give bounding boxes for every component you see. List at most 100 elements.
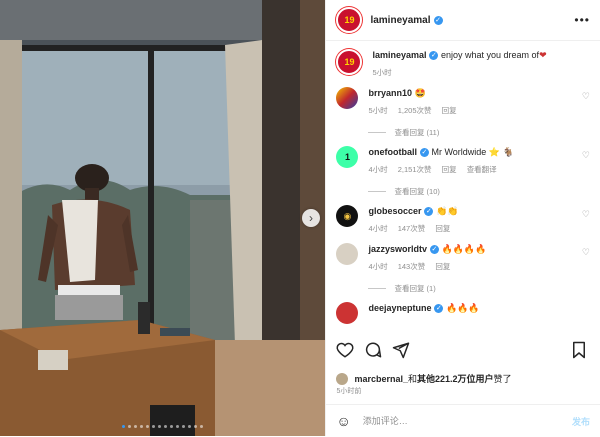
comment-username[interactable]: brryann10	[368, 88, 412, 98]
comment-icon	[366, 342, 382, 358]
comment-likes[interactable]: 147次赞	[398, 224, 426, 233]
caption-username[interactable]: lamineyamal	[372, 50, 426, 60]
post-photo: ›	[0, 0, 326, 436]
carousel-dot	[128, 425, 132, 428]
carousel-dot	[182, 425, 186, 428]
view-replies-button[interactable]: 查看回复 (11)	[368, 127, 590, 138]
heart-icon[interactable]: ♡	[582, 209, 590, 220]
carousel-dot	[170, 425, 174, 428]
save-button[interactable]	[570, 341, 590, 361]
emoji-icon[interactable]: ☺	[336, 413, 350, 429]
caption-time: 5小时	[372, 68, 392, 77]
comment-likes[interactable]: 1,205次赞	[398, 106, 432, 115]
verified-icon: ✓	[424, 207, 434, 217]
comment-text: 🔥🔥🔥	[446, 303, 480, 313]
caption: 19 lamineyamal ✓ enjoy what you dream of❤…	[336, 49, 590, 79]
avatar[interactable]: ◉	[336, 205, 359, 227]
carousel-dot	[200, 425, 204, 428]
verified-icon: ✓	[433, 15, 443, 25]
chevron-right-icon: ›	[309, 211, 313, 225]
photo-illustration	[0, 0, 326, 436]
comment-username[interactable]: onefootball	[368, 147, 417, 157]
more-icon[interactable]: •••	[574, 13, 590, 27]
carousel-dot	[140, 425, 144, 428]
carousel-dot	[176, 425, 180, 428]
avatar[interactable]: 1	[336, 146, 359, 168]
heart-icon[interactable]: ♡	[582, 150, 590, 161]
reply-button[interactable]: 回复	[435, 224, 450, 233]
comment-username[interactable]: deejayneptune	[368, 303, 431, 313]
heart-icon[interactable]: ♡	[582, 91, 590, 102]
avatar-text: 19	[344, 57, 355, 67]
comment-time: 4小时	[368, 224, 388, 233]
caption-text: enjoy what you dream of	[441, 50, 540, 60]
share-icon	[393, 342, 410, 359]
view-replies-button[interactable]: 查看回复 (10)	[368, 186, 590, 197]
post-side-panel: 19 lamineyamal ✓ ••• 19 lamineyamal ✓ enj…	[325, 0, 600, 436]
avatar-text: 19	[344, 15, 355, 25]
heart-emoji: ❤	[539, 50, 547, 60]
comment-text: 🤩	[414, 88, 426, 98]
reply-button[interactable]: 回复	[442, 165, 457, 174]
globe-logo: ◉	[343, 210, 352, 221]
next-image-button[interactable]: ›	[302, 209, 320, 227]
comment-username[interactable]: globesoccer	[368, 206, 421, 216]
heart-icon	[336, 342, 354, 358]
comment-time: 5小时	[368, 106, 388, 115]
carousel-dot	[134, 425, 138, 428]
carousel-dot	[146, 425, 150, 428]
post-actions	[336, 340, 590, 362]
carousel-dot	[194, 425, 198, 428]
comment-text: 👏👏	[436, 206, 459, 216]
comment-likes[interactable]: 2,151次赞	[398, 165, 432, 174]
comment-input[interactable]	[360, 415, 572, 427]
comment: brryann10 🤩 5小时 1,205次赞 回复 ♡	[336, 87, 590, 117]
add-comment-row: ☺ 发布	[326, 404, 600, 437]
comment-text: 🔥🔥🔥🔥	[441, 244, 487, 254]
comment: deejayneptune ✓ 🔥🔥🔥	[336, 302, 590, 324]
carousel-dot	[164, 425, 168, 428]
avatar[interactable]: 19	[336, 7, 363, 33]
reply-button[interactable]: 回复	[435, 262, 450, 271]
like-button[interactable]	[336, 341, 356, 361]
avatar[interactable]	[336, 87, 359, 109]
share-button[interactable]	[392, 341, 412, 361]
comment-time: 4小时	[368, 262, 388, 271]
avatar[interactable]	[336, 302, 359, 324]
author-username[interactable]: lamineyamal	[370, 15, 430, 26]
avatar[interactable]: 19	[336, 49, 363, 75]
carousel-dot	[188, 425, 192, 428]
avatar	[336, 372, 349, 385]
comment: 1 onefootball ✓ Mr Worldwide ⭐ 🐐 4小时 2,15…	[336, 146, 590, 176]
heart-icon[interactable]: ♡	[582, 247, 590, 258]
carousel-dots	[0, 425, 325, 428]
comment-text: Mr Worldwide ⭐ 🐐	[431, 147, 514, 157]
likes-count[interactable]: 其他221.2万位用户	[417, 372, 494, 385]
post-header: 19 lamineyamal ✓ •••	[326, 0, 600, 41]
carousel-dot	[152, 425, 156, 428]
avatar[interactable]	[336, 243, 359, 265]
bookmark-icon	[573, 341, 585, 359]
likes-and: 和	[407, 374, 417, 384]
verified-icon: ✓	[429, 245, 439, 255]
reply-button[interactable]: 回复	[442, 106, 457, 115]
comment-username[interactable]: jazzysworldtv	[368, 244, 427, 254]
see-translation-button[interactable]: 查看翻译	[467, 165, 497, 174]
view-replies-button[interactable]: 查看回复 (1)	[368, 283, 590, 294]
liker-username[interactable]: marcbernal_	[354, 374, 408, 384]
comment-time: 4小时	[368, 165, 388, 174]
comments-list[interactable]: 19 lamineyamal ✓ enjoy what you dream of❤…	[326, 41, 600, 331]
verified-icon: ✓	[434, 304, 444, 314]
comment-button[interactable]	[364, 341, 384, 361]
onefootball-logo: 1	[344, 152, 350, 162]
post-button[interactable]: 发布	[572, 415, 590, 428]
comment: jazzysworldtv ✓ 🔥🔥🔥🔥 4小时 143次赞 回复 ♡	[336, 243, 590, 273]
verified-icon: ✓	[429, 51, 439, 61]
comment-likes[interactable]: 143次赞	[398, 262, 426, 271]
likes-suffix: 赞了	[493, 374, 512, 384]
carousel-dot	[122, 425, 126, 428]
likes-summary: marcbernal_ 和 其他221.2万位用户 赞了	[336, 372, 590, 385]
post-time: 5小时前	[336, 388, 362, 395]
carousel-dot	[158, 425, 162, 428]
verified-icon: ✓	[419, 148, 429, 158]
